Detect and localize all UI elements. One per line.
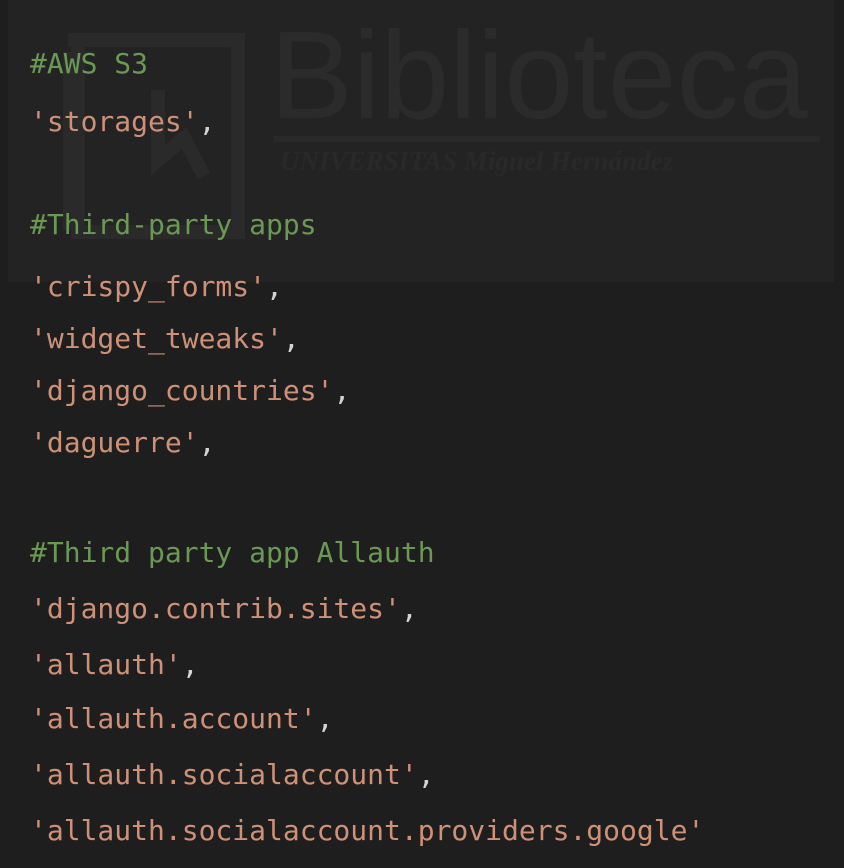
comment-line: #AWS S3 [30,39,148,89]
comment-text: #Third-party apps [30,208,317,241]
string-literal: 'allauth.socialaccount' [30,758,418,791]
code-line: 'widget_tweaks', [30,314,300,364]
code-line: 'allauth.account', [30,694,333,744]
code-line: 'storages', [30,97,215,147]
comma-punctuation: , [198,426,216,459]
comment-line: #Third party app Allauth [30,528,435,578]
comment-text: #AWS S3 [30,47,149,80]
code-line: 'django_countries', [30,366,350,416]
comma-punctuation: , [266,270,283,303]
comment-text: #Third party app Allauth [30,536,435,569]
watermark-subtitle: UNIVERSITAS Miguel Hernández [280,146,674,176]
string-literal: 'django_countries' [30,374,334,407]
string-literal: 'allauth.account' [30,702,317,735]
code-editor[interactable]: Biblioteca UNIVERSITAS Miguel Hernández … [0,0,844,868]
string-literal: 'django.contrib.sites' [30,592,401,625]
code-line: 'allauth.socialaccount', [30,750,435,800]
comma-punctuation: , [198,105,216,138]
code-line: 'django.contrib.sites', [30,584,418,634]
string-literal: 'widget_tweaks' [30,322,283,355]
string-literal: 'allauth' [30,648,182,681]
comma-punctuation: , [400,592,418,625]
comma-punctuation: , [417,758,435,791]
string-literal: 'allauth.socialaccount.providers.google' [30,814,705,847]
comma-punctuation: , [333,374,351,407]
code-line: 'allauth.socialaccount.providers.google' [30,806,704,856]
comma-punctuation: , [181,648,199,681]
string-literal: 'storages' [30,105,199,138]
string-literal: 'crispy_forms' [30,270,267,303]
code-line: 'daguerre', [30,418,215,468]
comment-line: #Third-party apps [30,200,317,250]
watermark-title: Biblioteca [270,7,808,145]
string-literal: 'daguerre' [30,426,199,459]
comma-punctuation: , [316,702,334,735]
comma-punctuation: , [282,322,300,355]
code-line: 'allauth', [30,640,199,690]
code-line: 'crispy_forms', [30,262,283,312]
